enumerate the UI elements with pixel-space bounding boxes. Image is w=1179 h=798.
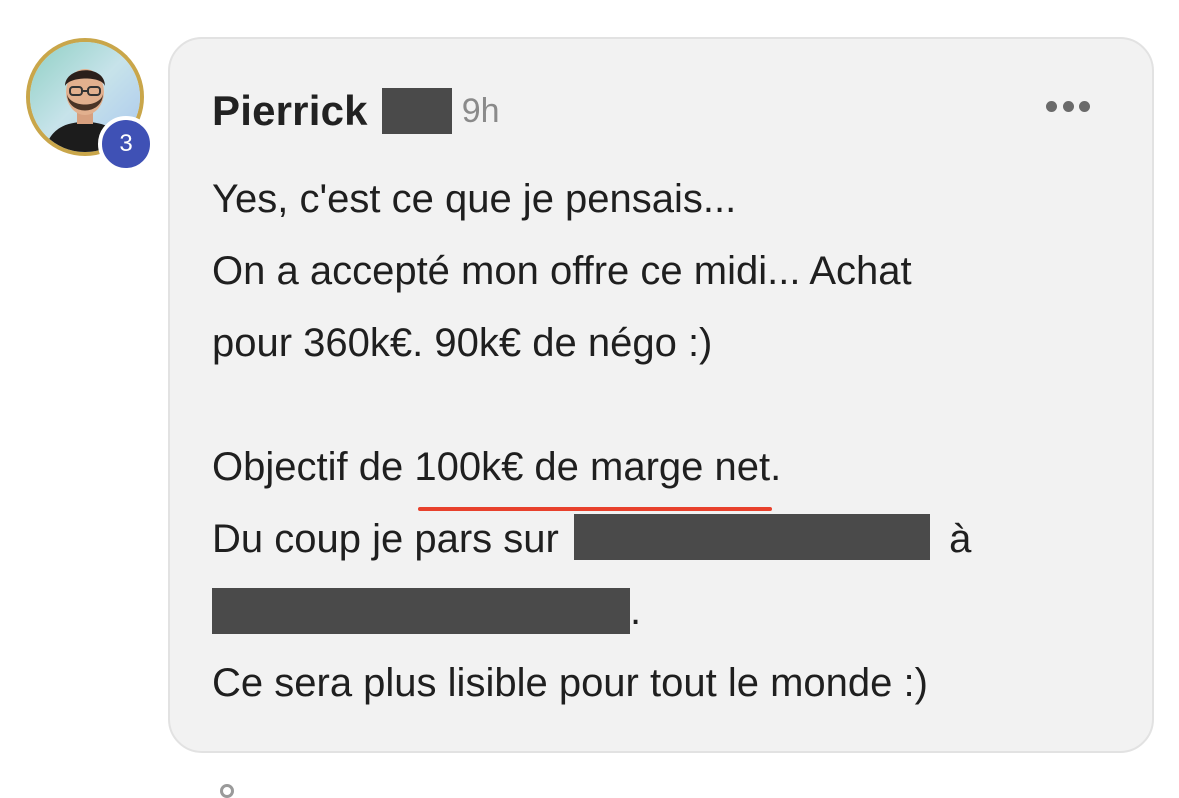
author-name[interactable]: Pierrick (212, 87, 368, 135)
redacted-block (573, 514, 930, 561)
redacted-author-surname (381, 88, 452, 134)
dot-icon (1079, 100, 1090, 112)
dot-icon (1046, 100, 1057, 112)
comment-body: Yes, c'est ce que je pensais... On a acc… (212, 163, 1112, 719)
comment-line: Ce sera plus lisible pour tout le monde … (212, 661, 928, 705)
comment-bubble: Pierrick 9h Yes, c'est ce que je pensais… (168, 37, 1154, 753)
text-segment: . (770, 445, 782, 489)
comment-line: Du coup je pars sur à (212, 503, 1112, 575)
partial-icon (220, 784, 234, 798)
comment-line: pour 360k€. 90k€ de négo :) (212, 321, 713, 365)
comment-line: Objectif de 100k€ de marge net. (212, 431, 1112, 511)
text-segment: Du coup je pars sur (212, 517, 559, 561)
more-options-icon[interactable] (1046, 99, 1090, 113)
comment-line: On a accepté mon offre ce midi... Achat (212, 249, 912, 293)
redacted-block (212, 588, 630, 635)
underlined-highlight: 100k€ de marge net (414, 431, 772, 511)
dot-icon (1062, 100, 1074, 112)
comment-line: . (212, 575, 1112, 647)
author-avatar-container[interactable]: 3 (26, 38, 154, 172)
text-segment: . (630, 589, 642, 633)
comment-line: Yes, c'est ce que je pensais... (212, 177, 737, 221)
comment-timestamp: 9h (461, 91, 500, 130)
text-segment: à (949, 517, 972, 561)
comment-header: Pierrick 9h (212, 81, 1112, 141)
level-badge: 3 (98, 116, 154, 172)
text-segment: Objectif de (212, 445, 415, 489)
